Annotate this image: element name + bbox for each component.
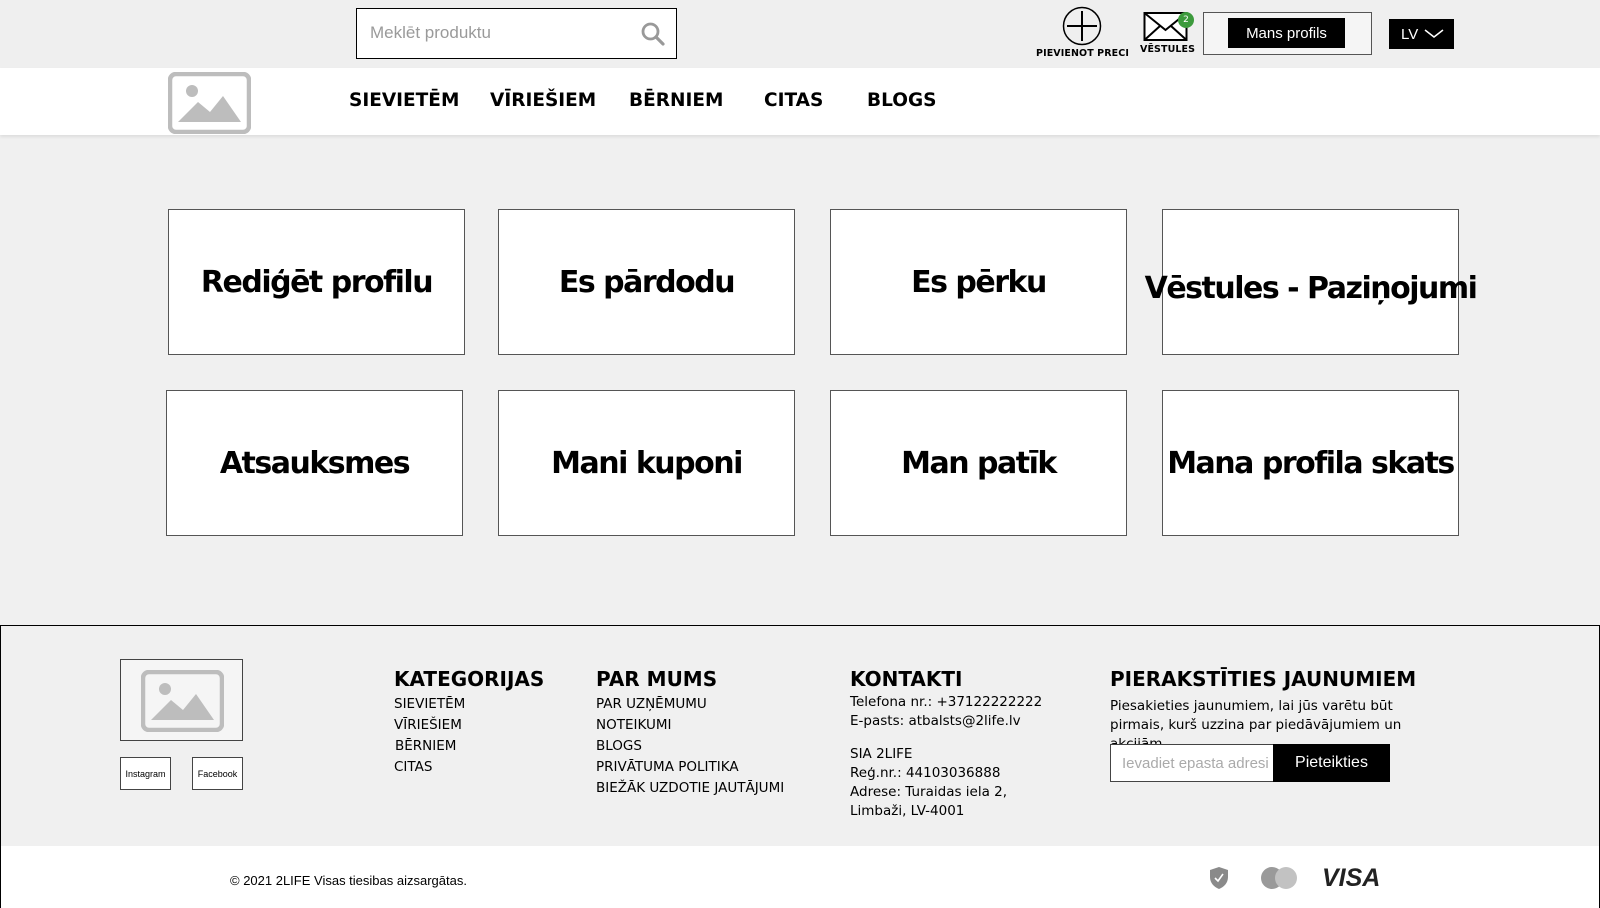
add-item-label: PIEVIENOT PRECI	[1036, 48, 1129, 59]
facebook-link[interactable]: Facebook	[192, 757, 243, 790]
contact-address-line2: Limbaži, LV-4001	[850, 803, 965, 819]
card-label: Es pērku	[911, 264, 1047, 300]
contact-phone: Telefona nr.: +37122222222	[850, 694, 1043, 710]
card-label: Atsauksmes	[219, 445, 411, 481]
top-bar: PIEVIENOT PRECI 2 VĒSTULES Mans profils …	[0, 0, 1600, 68]
footer-link-other[interactable]: CITAS	[394, 759, 432, 775]
card-i-sell[interactable]: Es pārdodu	[498, 209, 795, 355]
nav-item-children[interactable]: BĒRNIEM	[629, 90, 723, 111]
profile-box: Mans profils	[1203, 12, 1372, 55]
footer: Instagram Facebook KATEGORIJAS SIEVIETĒM…	[0, 625, 1600, 847]
search-input[interactable]	[357, 9, 637, 57]
subscribe-button[interactable]: Pieteikties	[1273, 744, 1390, 782]
language-select[interactable]: LV	[1389, 19, 1454, 49]
chevron-down-icon	[1424, 29, 1444, 38]
contact-email: E-pasts: atbalsts@2life.lv	[850, 713, 1021, 729]
footer-link-about-company[interactable]: PAR UZŅĒMUMU	[596, 696, 707, 712]
card-edit-profile[interactable]: Rediģēt profilu	[168, 209, 465, 355]
card-label: Man patīk	[901, 445, 1057, 481]
footer-link-faq[interactable]: BIEŽĀK UZDOTIE JAUTĀJUMI	[596, 780, 784, 796]
card-label: Mana profila skats	[1167, 445, 1455, 481]
logo-image-placeholder[interactable]	[168, 72, 251, 134]
footer-link-children[interactable]: BĒRNIEM	[395, 738, 456, 754]
plus-circle-icon	[1062, 6, 1102, 46]
messages-button[interactable]: 2 VĒSTULES	[1140, 10, 1196, 62]
main-navigation: SIEVIETĒM VĪRIEŠIEM BĒRNIEM CITAS BLOGS	[0, 68, 1600, 135]
instagram-link[interactable]: Instagram	[120, 757, 171, 790]
nav-item-women[interactable]: SIEVIETĒM	[349, 90, 459, 111]
card-reviews[interactable]: Atsauksmes	[166, 390, 463, 536]
card-label: Mani kuponi	[551, 445, 743, 481]
language-value: LV	[1401, 25, 1419, 43]
copyright-bar: © 2021 2LIFE Visas tiesibas aizsargātas.…	[0, 846, 1600, 908]
card-label: Rediģēt profilu	[200, 264, 434, 300]
footer-link-men[interactable]: VĪRIEŠIEM	[394, 717, 462, 733]
card-profile-view[interactable]: Mana profila skats	[1162, 390, 1459, 536]
nav-item-blog[interactable]: BLOGS	[867, 90, 936, 111]
nav-item-men[interactable]: VĪRIEŠIEM	[490, 90, 596, 111]
footer-link-women[interactable]: SIEVIETĒM	[394, 696, 465, 712]
my-profile-button[interactable]: Mans profils	[1228, 18, 1345, 48]
categories-title: KATEGORIJAS	[394, 667, 545, 691]
card-my-coupons[interactable]: Mani kuponi	[498, 390, 795, 536]
search-box	[356, 8, 677, 59]
newsletter-title: PIERAKSTĪTIES JAUNUMIEM	[1110, 667, 1417, 691]
card-label: Es pārdodu	[558, 264, 736, 300]
footer-logo[interactable]	[120, 659, 243, 741]
nav-item-other[interactable]: CITAS	[764, 90, 823, 111]
messages-count-badge: 2	[1178, 12, 1194, 28]
add-item-button[interactable]: PIEVIENOT PRECI	[1036, 6, 1129, 62]
visa-icon: VISA	[1322, 864, 1379, 890]
visa-logo-text: VISA	[1322, 864, 1379, 890]
card-i-buy[interactable]: Es pērku	[830, 209, 1127, 355]
footer-link-terms[interactable]: NOTEIKUMI	[596, 717, 671, 733]
contacts-title: KONTAKTI	[850, 667, 963, 691]
contact-address-line1: Adrese: Turaidas iela 2,	[850, 784, 1008, 800]
copyright-text: © 2021 2LIFE Visas tiesibas aizsargātas.	[230, 873, 467, 888]
about-title: PAR MUMS	[596, 667, 718, 691]
card-messages-notifications[interactable]: Vēstules - Paziņojumi	[1145, 209, 1478, 355]
mastercard-icon	[1261, 867, 1297, 889]
contact-reg-number: Reģ.nr.: 44103036888	[850, 765, 1001, 781]
contact-company: SIA 2LIFE	[850, 746, 913, 762]
shield-icon	[1210, 867, 1228, 889]
search-icon[interactable]	[640, 21, 666, 47]
messages-label: VĒSTULES	[1140, 44, 1196, 55]
footer-link-privacy[interactable]: PRIVĀTUMA POLITIKA	[596, 759, 739, 775]
footer-link-blog[interactable]: BLOGS	[596, 738, 642, 754]
image-placeholder-icon	[141, 670, 224, 732]
card-favorites[interactable]: Man patīk	[830, 390, 1127, 536]
card-label: Vēstules - Paziņojumi	[1144, 270, 1478, 306]
newsletter-email-input[interactable]	[1110, 744, 1274, 782]
